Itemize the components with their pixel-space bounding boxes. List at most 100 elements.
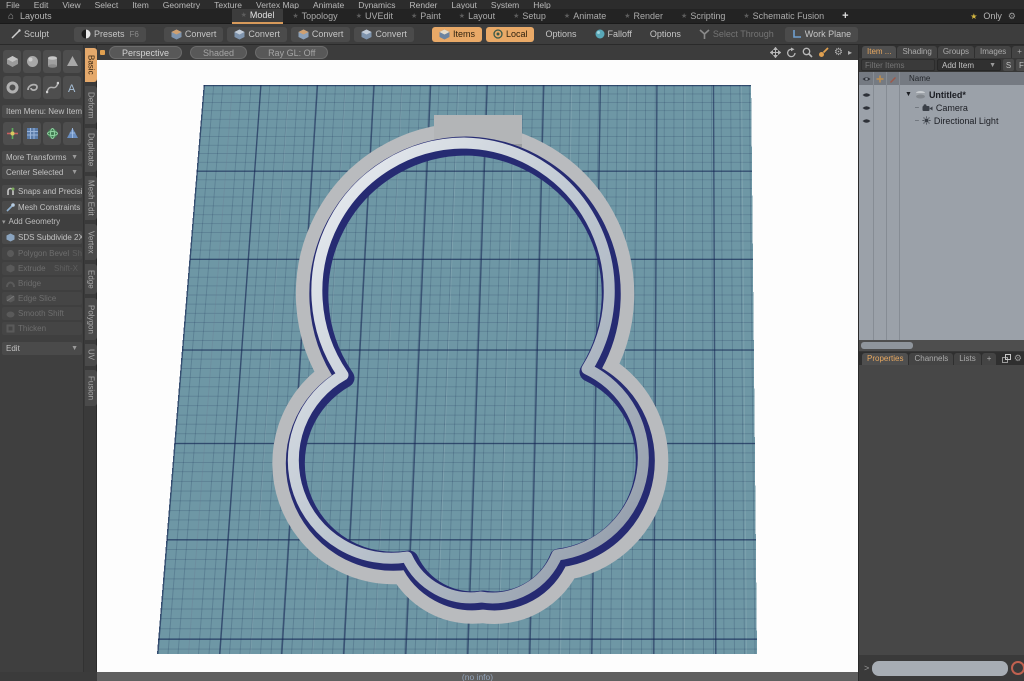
vtab-mesh-edit[interactable]: Mesh Edit (85, 176, 97, 220)
tab-model[interactable]: ★ Model (231, 8, 284, 24)
tab-topology[interactable]: ★ Topology (283, 9, 346, 24)
rotate-icon[interactable] (786, 47, 797, 58)
popout-icon[interactable] (1001, 354, 1011, 363)
edge-slice-button[interactable]: Edge Slice (2, 292, 82, 305)
vtab-polygon[interactable]: Polygon (85, 298, 97, 340)
shading-mode-selector[interactable]: Shaded (190, 46, 248, 59)
vtab-duplicate[interactable]: Duplicate (85, 128, 97, 172)
command-history-icon[interactable] (1011, 661, 1024, 675)
swirl-tool-button[interactable] (23, 76, 41, 99)
tab-layout[interactable]: ★ Layout (450, 9, 504, 24)
home-icon[interactable]: ⌂ (8, 11, 14, 22)
cylinder-tool-button[interactable] (43, 50, 61, 73)
eye-icon[interactable] (862, 91, 871, 99)
text-tool-button[interactable]: A (63, 76, 81, 99)
only-filter-label[interactable]: Only (983, 11, 1002, 21)
tab-images[interactable]: Images (975, 45, 1012, 58)
center-selected-dropdown[interactable]: Center Selected ▼ (2, 166, 82, 179)
menu-select[interactable]: Select (95, 0, 119, 9)
item-row-untitled[interactable]: ▼ Untitled* (859, 88, 1024, 101)
tab-channels[interactable]: Channels (909, 352, 954, 365)
edit-dropdown[interactable]: Edit ▼ (2, 342, 82, 355)
smooth-shift-button[interactable]: Smooth Shift (2, 307, 82, 320)
pan-icon[interactable] (770, 47, 782, 58)
menu-edit[interactable]: Edit (34, 0, 49, 9)
items-mode-button[interactable]: Items (431, 26, 482, 42)
scrollbar-thumb[interactable] (861, 342, 913, 349)
tab-shading[interactable]: Shading (897, 45, 937, 58)
sds-subdivide-button[interactable]: SDS Subdivide 2X (2, 231, 82, 244)
3d-viewport[interactable] (97, 60, 858, 672)
tab-lists[interactable]: Lists (954, 352, 981, 365)
add-column-icon[interactable] (876, 75, 884, 83)
visibility-eye-icon[interactable] (862, 75, 871, 83)
vtab-vertex[interactable]: Vertex (85, 224, 97, 260)
cone-tool-button[interactable] (63, 50, 81, 73)
gear-icon[interactable]: ⚙ (1008, 11, 1016, 22)
add-item-dropdown[interactable]: Add Item ▼ (937, 59, 1001, 71)
menu-file[interactable]: File (6, 0, 20, 9)
convert-button-3[interactable]: Convert (290, 26, 351, 42)
curve-tool-button[interactable] (43, 76, 61, 99)
tab-paint[interactable]: ★ Paint (402, 9, 450, 24)
options-button-2[interactable]: Options (643, 27, 688, 42)
sphere-tool-button[interactable] (23, 50, 41, 73)
scope-button[interactable]: S (1003, 59, 1014, 71)
command-input[interactable] (872, 660, 1009, 676)
add-panel-tab-button[interactable]: + (981, 352, 997, 365)
gear-icon[interactable]: ⚙ (1014, 353, 1022, 364)
grid-tool-button[interactable] (23, 122, 41, 145)
cookie-cutter-mesh[interactable] (97, 60, 858, 672)
eye-icon[interactable] (862, 104, 871, 112)
sculpt-button[interactable]: Sculpt (4, 27, 56, 42)
move-tool-button[interactable] (3, 122, 21, 145)
bridge-button[interactable]: Bridge (2, 277, 82, 290)
item-row-camera[interactable]: – Camera (859, 101, 1024, 114)
convert-button-1[interactable]: Convert (163, 26, 224, 42)
add-panel-tab-button[interactable]: + (1012, 45, 1024, 58)
wire-sphere-tool-button[interactable] (43, 122, 61, 145)
tab-render[interactable]: ★ Render (615, 9, 672, 24)
vtab-basic[interactable]: Basic (85, 48, 97, 82)
vtab-fusion[interactable]: Fusion (85, 370, 97, 406)
vtab-edge[interactable]: Edge (85, 264, 97, 294)
item-row-directional-light[interactable]: – Directional Light (859, 114, 1024, 127)
thicken-button[interactable]: Thicken (2, 322, 82, 335)
name-column-header[interactable]: Name (909, 74, 930, 83)
layouts-label[interactable]: Layouts (20, 11, 52, 21)
mesh-constraints-button[interactable]: Mesh Constraints (2, 201, 82, 214)
vtab-deform[interactable]: Deform (85, 86, 97, 124)
extrude-button[interactable]: Extrude Shift-X (2, 262, 82, 275)
tab-animate[interactable]: ★ Animate (555, 9, 615, 24)
presets-button[interactable]: Presets F6 (74, 26, 146, 42)
menu-item[interactable]: Item (132, 0, 149, 9)
menu-view[interactable]: View (62, 0, 80, 9)
options-button-1[interactable]: Options (538, 27, 583, 42)
tab-schematic-fusion[interactable]: ★ Schematic Fusion (734, 9, 833, 24)
item-list-hscrollbar[interactable] (859, 340, 1024, 351)
local-action-center-button[interactable]: Local (485, 26, 535, 42)
tab-setup[interactable]: ★ Setup (504, 9, 555, 24)
menu-geometry[interactable]: Geometry (163, 0, 200, 9)
chevron-right-icon[interactable]: ▸ (848, 48, 852, 57)
select-through-button[interactable]: Select Through (692, 27, 781, 42)
eye-icon[interactable] (862, 117, 871, 125)
more-transforms-dropdown[interactable]: More Transforms ▼ (2, 151, 82, 164)
zoom-icon[interactable] (802, 47, 813, 58)
falloff-button[interactable]: Falloff (588, 27, 639, 42)
add-tab-button[interactable]: + (833, 9, 857, 24)
pyramid-tool-button[interactable] (63, 122, 81, 145)
key-icon[interactable] (818, 47, 829, 58)
tab-uvedit[interactable]: ★ UVEdit (347, 9, 402, 24)
convert-button-4[interactable]: Convert (354, 26, 414, 42)
raygl-toggle[interactable]: Ray GL: Off (255, 46, 329, 59)
filter-button[interactable]: F (1016, 59, 1024, 71)
favorite-star-icon[interactable]: ★ (970, 12, 977, 21)
edit-column-icon[interactable] (889, 75, 897, 83)
camera-view-selector[interactable]: Perspective (109, 46, 183, 59)
snaps-precision-button[interactable]: Snaps and Precision (2, 185, 82, 198)
filter-items-input[interactable] (861, 59, 935, 71)
torus-tool-button[interactable] (3, 76, 21, 99)
tab-groups[interactable]: Groups (937, 45, 975, 58)
tab-properties[interactable]: Properties (862, 352, 909, 365)
